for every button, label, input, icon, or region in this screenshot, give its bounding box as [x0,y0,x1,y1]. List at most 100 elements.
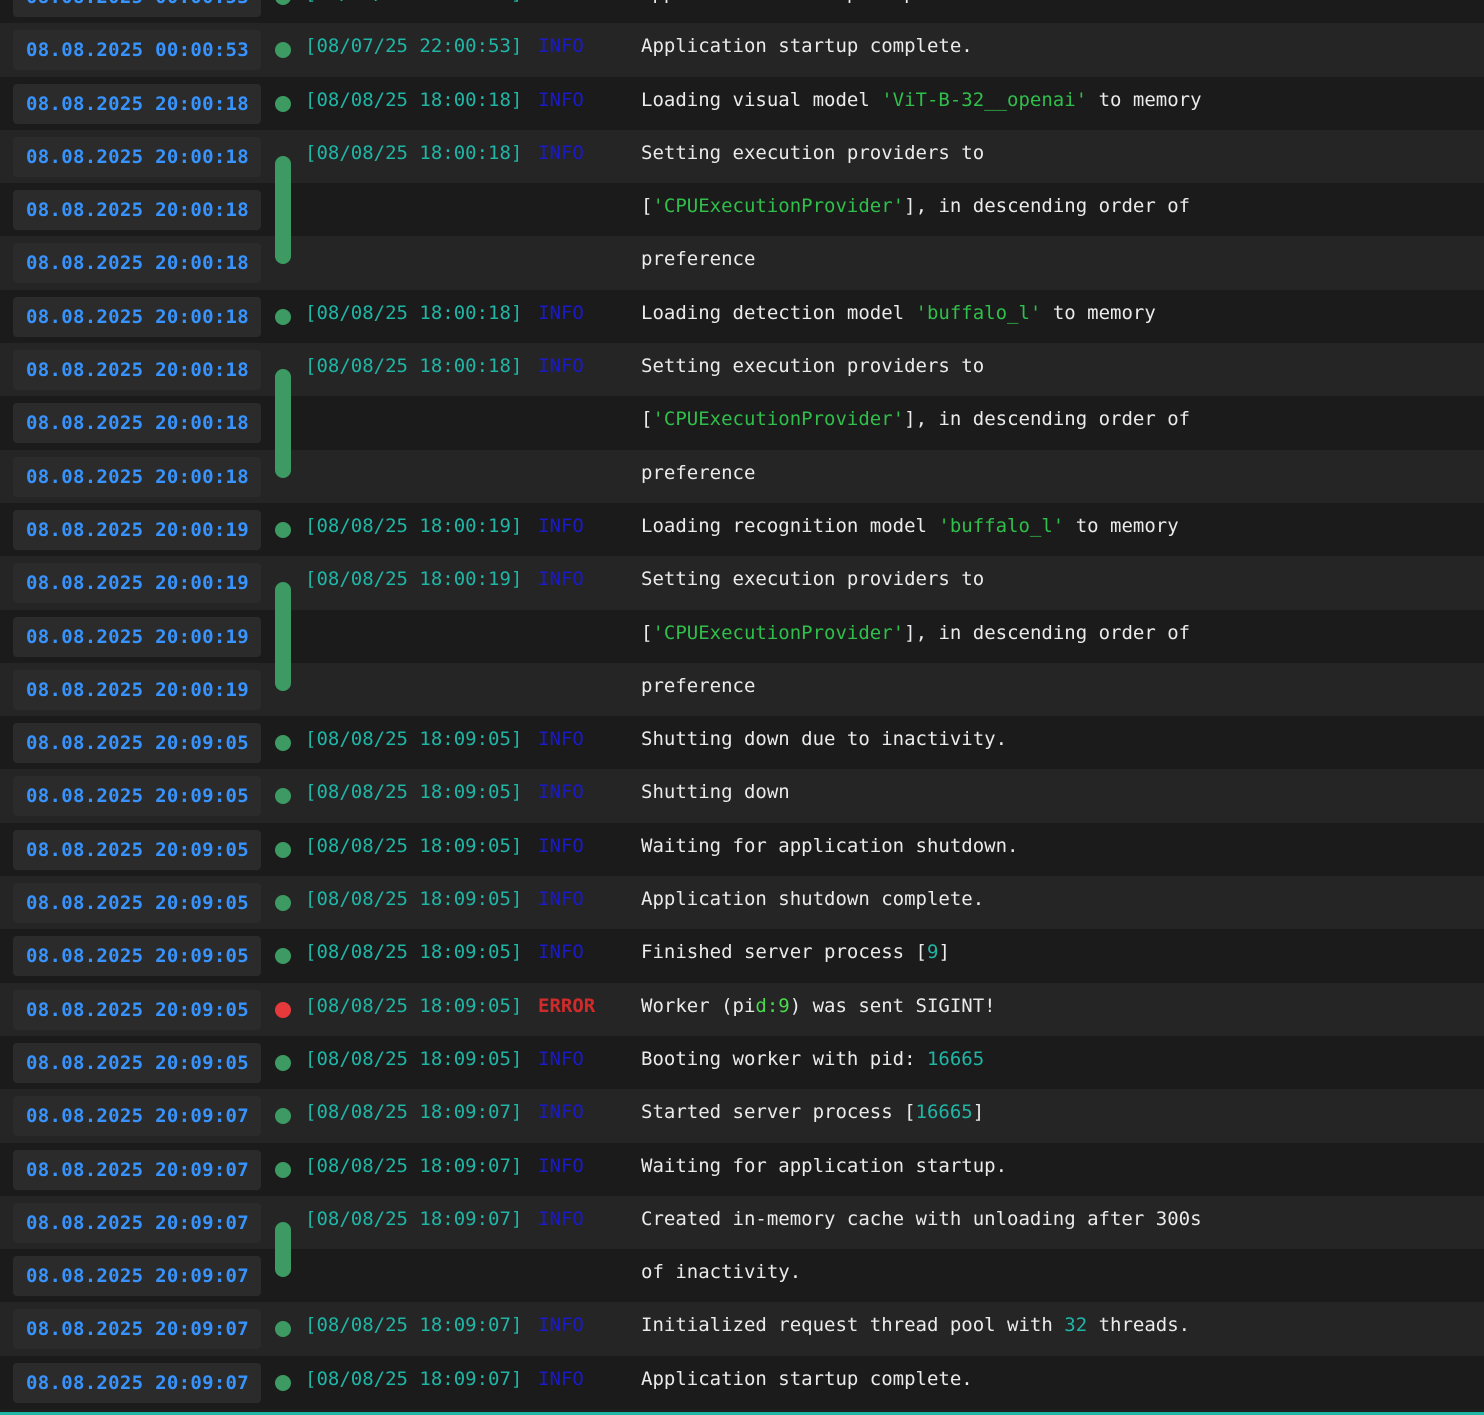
message-segment: Booting worker with pid: [641,1047,927,1070]
message-segment: 'CPUExecutionProvider' [652,621,905,644]
timestamp-badge: 08.08.2025 20:00:18 [13,296,261,337]
log-level: INFO [538,355,584,378]
log-time: [08/08/25 18:09:05] [305,728,523,751]
log-level: INFO [538,834,584,857]
message-segment: [ [641,621,653,644]
timestamp-badge: 08.08.2025 20:09:05 [13,936,261,977]
log-message: ['CPUExecutionProvider'], in descending … [641,183,1190,229]
log-message: of inactivity. [641,1249,801,1295]
message-segment: Started server process [ [641,1101,916,1124]
timestamp-badge: 08.08.2025 20:09:05 [13,883,261,924]
timestamp-badge: 08.08.2025 20:09:05 [13,776,261,817]
log-message: Setting execution providers to [641,130,984,176]
log-time: [08/08/25 18:09:05] [305,941,523,964]
timestamp-badge: 08.08.2025 20:09:07 [13,1202,261,1243]
timestamp-badge: 08.08.2025 20:09:05 [13,723,261,764]
log-row: 08.08.2025 20:09:07 [08/08/25 18:09:07] IN… [0,1355,1484,1410]
message-segment: 'ViT-B-32__openai' [881,88,1088,111]
timestamp-badge: 08.08.2025 20:00:19 [13,563,261,604]
log-level: ERROR [538,994,596,1017]
log-time: [08/08/25 18:00:18] [305,141,523,164]
status-dot [275,95,291,112]
timestamp-badge: 08.08.2025 20:00:18 [13,136,261,177]
message-segment: [ [641,408,653,431]
message-segment: Created in-memory cache with unloading a… [641,1207,1202,1230]
multiline-group-bar [275,582,291,691]
status-dot [275,1321,291,1338]
status-dot [275,42,291,59]
log-row: 08.08.2025 20:00:18 [08/08/25 18:00:18] IN… [0,129,1484,265]
log-message: Loading visual model 'ViT-B-32__openai' … [641,77,1202,123]
timestamp-badge: 08.08.2025 20:00:18 [13,83,261,124]
log-time: [08/08/25 18:09:07] [305,1367,523,1390]
message-segment: ] [938,941,950,964]
log-time: [08/08/25 18:00:19] [305,568,523,591]
timestamp-badge: 08.08.2025 20:00:18 [13,350,261,391]
multiline-group-bar [275,1221,291,1278]
log-message: Application startup complete. [641,23,973,69]
log-time: [08/07/25 22:00:53] [305,0,522,16]
message-segment: to memory [1064,514,1179,537]
message-segment: 'CPUExecutionProvider' [652,195,905,218]
status-dot [275,521,291,538]
timestamp-badge: 08.08.2025 20:09:07 [13,1309,261,1350]
message-segment: Loading detection model [641,301,916,324]
message-segment: Application startup complete. [641,0,973,4]
message-segment: 16665 [926,1047,985,1070]
timestamp-badge: 08.08.2025 20:00:19 [13,669,261,710]
log-time: [08/08/25 18:09:05] [305,994,523,1017]
log-row: 08.08.2025 20:09:07 [08/08/25 18:09:07] IN… [0,1089,1484,1143]
timestamp-badge: 08.08.2025 20:09:07 [13,1149,261,1190]
log-row: 08.08.2025 20:09:05 [08/08/25 18:09:05] IN… [0,929,1484,983]
message-segment: 'buffalo_l' [938,514,1065,537]
status-dot [275,1161,291,1178]
message-segment: Application startup complete. [641,35,973,58]
log-message: Created in-memory cache with unloading a… [641,1196,1202,1242]
log-level: INFO [538,568,584,591]
timestamp-badge: 08.08.2025 00:00:53 [13,0,261,17]
timestamp-badge: 08.08.2025 20:09:05 [13,989,261,1030]
log-viewer: 08.08.2025 00:00:53 [08/07/25 22:00:53] IN… [0,0,1484,1410]
log-level: INFO [538,1101,584,1124]
log-message: Waiting for application startup. [641,1143,1007,1189]
timestamp-badge: 08.08.2025 20:09:07 [13,1362,261,1403]
log-time: [08/07/25 22:00:53] [305,35,523,58]
status-dot [275,735,291,752]
log-level: INFO [538,35,584,58]
message-segment: Waiting for application shutdown. [641,834,1019,857]
log-message: Started server process [16665] [641,1089,984,1135]
message-segment: Setting execution providers to [641,568,985,591]
log-row: 08.08.2025 20:09:07 [08/08/25 18:09:07] IN… [0,1302,1484,1356]
log-level: INFO [538,88,584,111]
log-row: 08.08.2025 20:00:18 [08/08/25 18:00:18] IN… [0,76,1484,130]
message-segment: Finished server process [ [641,941,927,964]
message-segment: Worker (pi [641,994,756,1017]
timestamp-badge: 08.08.2025 20:00:18 [13,403,261,444]
log-row: 08.08.2025 20:09:05 [08/08/25 18:09:05] IN… [0,769,1484,823]
log-message: Setting execution providers to [641,343,984,389]
log-message: Setting execution providers to [641,556,984,602]
log-level: INFO [538,781,584,804]
message-segment: 'CPUExecutionProvider' [652,408,905,431]
log-time: [08/08/25 18:09:05] [305,1047,523,1070]
timestamp-badge: 08.08.2025 20:09:05 [13,829,261,870]
status-dot [275,895,291,912]
log-row: 08.08.2025 20:00:19 preference [0,662,1484,717]
message-segment: [ [641,195,653,218]
log-level: INFO [538,888,584,911]
log-time: [08/08/25 18:00:18] [305,355,523,378]
log-row: 08.08.2025 20:00:18 preference [0,236,1484,290]
message-segment: Setting execution providers to [641,141,985,164]
log-row: 08.08.2025 20:09:05 [08/08/25 18:09:05] IN… [0,876,1484,930]
log-time: [08/08/25 18:00:18] [305,88,523,111]
message-segment: Loading visual model [641,88,882,111]
message-segment: ] [972,1101,985,1124]
log-level: INFO [538,1367,584,1390]
log-time: [08/08/25 18:09:07] [305,1154,523,1177]
status-dot [275,841,291,858]
log-row: 08.08.2025 20:09:05 [08/08/25 18:09:05] IN… [0,1035,1484,1090]
log-time: [08/08/25 18:09:07] [305,1101,523,1124]
log-row: 08.08.2025 20:00:18 ['CPUExecutionProvide… [0,183,1484,237]
message-segment: preference [641,461,756,484]
log-message: Booting worker with pid: 16665 [641,1036,984,1082]
